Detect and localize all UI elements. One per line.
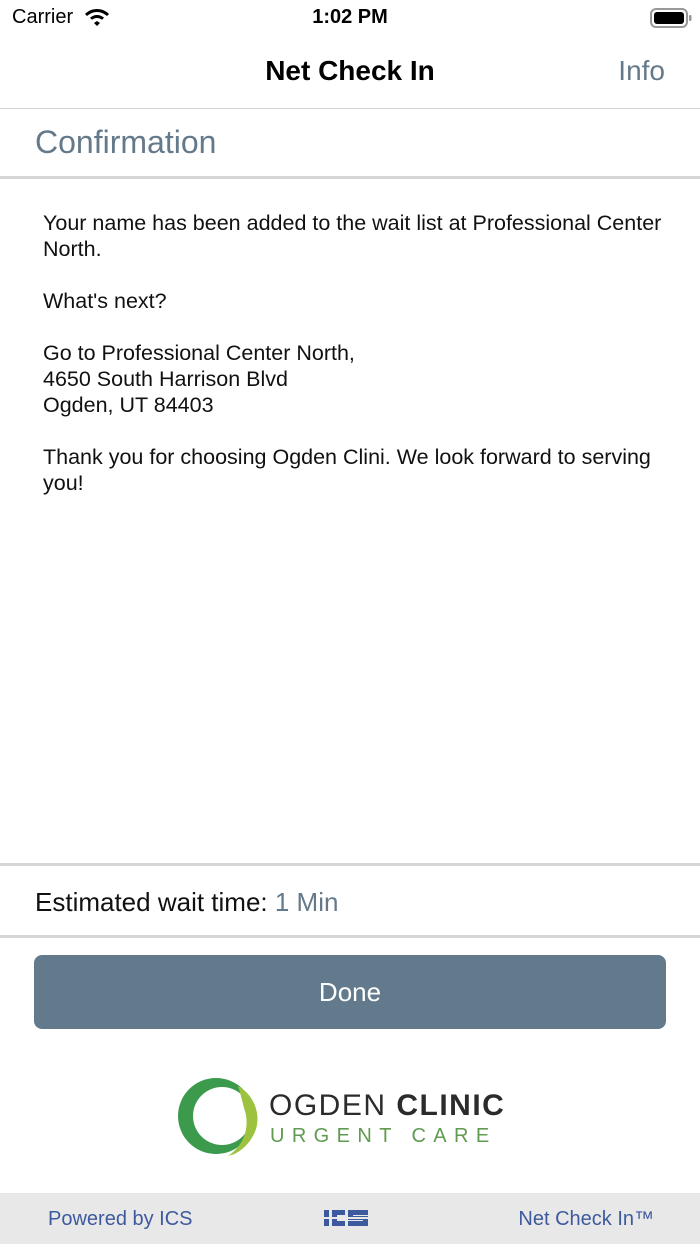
logo-subtitle: URGENT CARE (270, 1125, 497, 1147)
ics-logo-icon (323, 1210, 369, 1226)
thank-you-text: Thank you for choosing Ogden Clini. We l… (43, 445, 651, 495)
estimated-wait-row: Estimated wait time: 1 Min (35, 887, 338, 918)
whats-next-text: What's next? (43, 289, 167, 313)
title-divider (0, 176, 700, 179)
wait-top-divider (0, 863, 700, 866)
status-bar: Carrier 1:02 PM (0, 0, 700, 40)
ogden-clinic-logo: OGDEN CLINIC URGENT CARE (176, 1074, 526, 1158)
battery-icon (650, 8, 692, 28)
added-text: Your name has been added to the wait lis… (43, 211, 662, 261)
address-line-1: Go to Professional Center North, (43, 341, 355, 365)
footer-bar: Powered by ICS Net Check In™ (0, 1193, 700, 1244)
address-line-3: Ogden, UT 84403 (43, 393, 214, 417)
powered-by-link[interactable]: Powered by ICS (48, 1208, 193, 1231)
logo-name-light: OGDEN (269, 1089, 387, 1122)
nav-title: Net Check In (265, 55, 435, 86)
wait-value: 1 Min (274, 887, 339, 917)
address-line-2: 4650 South Harrison Blvd (43, 367, 289, 391)
logo-name: OGDEN CLINIC (269, 1089, 505, 1123)
done-button[interactable]: Done (34, 955, 666, 1029)
clinic-logo-mark-icon (178, 1078, 258, 1156)
logo-name-bold: CLINIC (396, 1089, 506, 1122)
net-check-in-link[interactable]: Net Check In™ (518, 1208, 654, 1231)
navigation-bar: Net Check In Info (0, 36, 700, 108)
wait-label: Estimated wait time: (35, 887, 268, 917)
status-time: 1:02 PM (312, 6, 388, 28)
wait-bottom-divider (0, 935, 700, 938)
confirmation-message: Your name has been added to the wait lis… (43, 210, 663, 496)
info-button[interactable]: Info (618, 55, 665, 87)
nav-divider (0, 108, 700, 109)
page-title: Confirmation (35, 124, 217, 160)
